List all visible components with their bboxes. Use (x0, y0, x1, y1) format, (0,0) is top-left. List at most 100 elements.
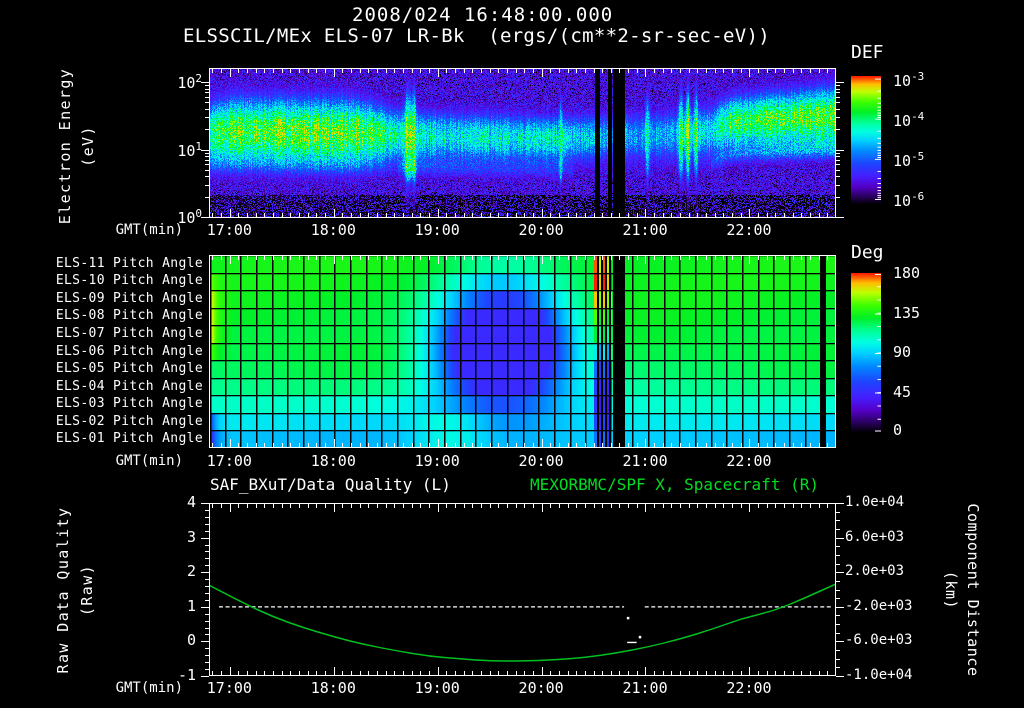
tick (205, 156, 209, 158)
quality-plot-title-right: MEXORBMC/SPF X, Spacecraft (R) (530, 475, 819, 494)
tick (836, 156, 840, 158)
right-axis-tick-label: -6.0e+03 (845, 632, 913, 649)
tick (836, 537, 844, 539)
pitch-row-label: ELS-03 Pitch Angle (55, 396, 203, 412)
pitch-row-label: ELS-06 Pitch Angle (55, 343, 203, 359)
pitch-row-label: ELS-09 Pitch Angle (55, 290, 203, 306)
tick (836, 572, 844, 574)
colorbar-tick-label: 90 (893, 343, 912, 361)
tick (205, 634, 209, 636)
right-axis-tick-label: 6.0e+03 (845, 528, 905, 545)
left-axis-tick-label: 4 (186, 493, 196, 511)
tick (836, 676, 844, 677)
energy-tick-label: 102 (177, 72, 202, 92)
hour-label: 21:00 (622, 452, 668, 470)
tick (836, 117, 840, 119)
tick (836, 217, 844, 218)
hour-label: 18:00 (310, 679, 356, 697)
def-colorbar (851, 76, 881, 204)
hour-label: 17:00 (206, 221, 252, 239)
colorbar-tick-label: 10-4 (893, 109, 925, 130)
tick (205, 613, 209, 615)
tick (836, 650, 840, 652)
pitch-row-label: ELS-01 Pitch Angle (55, 431, 203, 447)
tick (205, 551, 209, 553)
tick (836, 96, 840, 98)
tick (836, 606, 844, 608)
tick (836, 563, 840, 565)
tick (205, 159, 209, 161)
hour-label: 22:00 (726, 679, 772, 697)
hour-label: 22:00 (726, 221, 772, 239)
tick (201, 572, 209, 574)
colorbar-tick-label: 135 (893, 303, 921, 322)
right-axis-tick-label: -2.0e+03 (845, 597, 913, 614)
tick (836, 82, 844, 83)
tick (836, 85, 840, 87)
tick (836, 196, 840, 198)
hour-label: 19:00 (414, 452, 460, 470)
tick (836, 554, 840, 556)
tick (205, 662, 209, 664)
right-axis-tick-label: 2.0e+03 (845, 563, 905, 580)
colorbar-tick-label: 10-5 (893, 149, 925, 170)
tick (836, 102, 840, 104)
pitch-row-label: ELS-10 Pitch Angle (55, 273, 203, 289)
left-axis-tick-label: 2 (186, 562, 196, 581)
page-title: 2008/024 16:48:00.000 (352, 4, 614, 26)
tick (205, 586, 209, 588)
tick (205, 117, 209, 119)
tick (201, 537, 209, 539)
tick (836, 152, 840, 154)
hour-label: 18:00 (310, 452, 356, 470)
tick (205, 102, 209, 104)
deg-colorbar (851, 273, 881, 432)
hour-label: 19:00 (414, 221, 460, 239)
tick (205, 655, 209, 657)
tick (205, 558, 209, 560)
energy-tick-label: 100 (177, 207, 202, 227)
tick (205, 565, 209, 567)
tick (205, 669, 209, 671)
hour-label: 21:00 (622, 679, 668, 697)
tick (205, 169, 209, 171)
tick (836, 546, 840, 548)
tick (201, 149, 209, 151)
hour-label: 19:00 (414, 679, 460, 697)
tick (836, 184, 840, 186)
pitch-row-label: ELS-02 Pitch Angle (55, 413, 203, 429)
right-axis-tick-label: -1.0e+04 (845, 667, 913, 683)
tick (836, 511, 840, 513)
colorbar-tick-label: 10-6 (893, 190, 925, 210)
tick (201, 503, 209, 504)
tick (205, 176, 209, 178)
tick (205, 648, 209, 650)
tick (836, 149, 844, 151)
tick (205, 129, 209, 131)
tick (205, 92, 209, 94)
quality-plot-title-left: SAF_BXuT/Data Quality (L) (210, 475, 451, 494)
tick (836, 88, 840, 90)
left-axis-tick-label: 3 (186, 527, 196, 546)
quality-right-axis-title: Component Distance (963, 503, 982, 677)
tick (201, 641, 209, 643)
tick (205, 620, 209, 622)
tick (836, 589, 840, 591)
pitch-row-label: ELS-08 Pitch Angle (55, 308, 203, 324)
hour-label: 17:00 (206, 452, 252, 470)
tick (205, 579, 209, 581)
quality-right-axis-units: (km) (941, 570, 960, 610)
colorbar-tick-label: 10-3 (893, 69, 925, 90)
tick (205, 599, 209, 601)
tick (205, 516, 209, 518)
tick (836, 667, 840, 669)
colorbar-tick-label: 180 (893, 264, 921, 282)
hour-label: 18:00 (310, 221, 356, 239)
tick (201, 82, 209, 83)
colorbar-tick-label: 45 (893, 382, 912, 401)
pitch-row-label: ELS-07 Pitch Angle (55, 325, 203, 341)
left-axis-tick-label: 0 (186, 631, 196, 650)
tick (205, 627, 209, 629)
pitch-x-axis-title: GMT(min) (115, 453, 183, 469)
hour-label: 21:00 (622, 221, 668, 239)
